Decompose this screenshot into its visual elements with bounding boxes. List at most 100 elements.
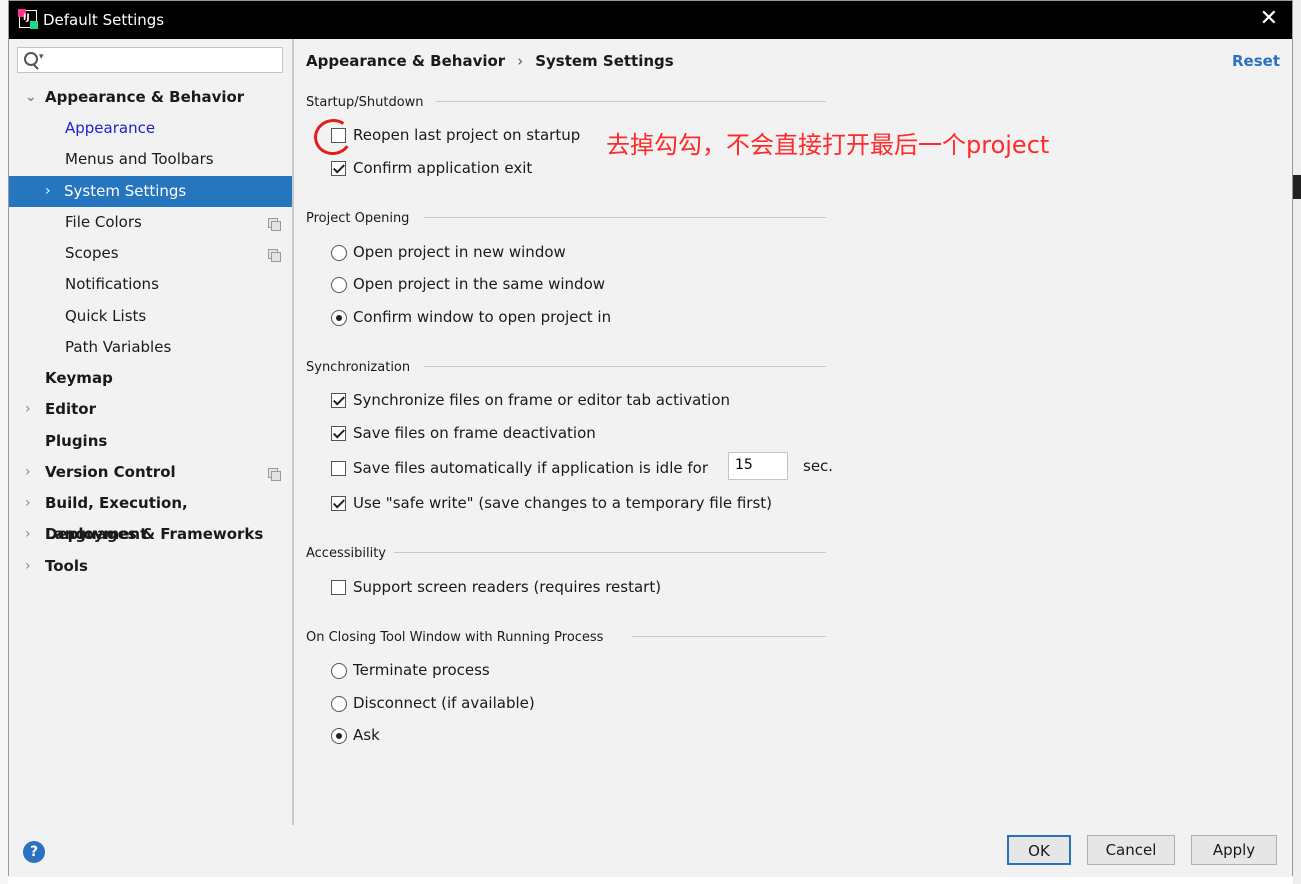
chevron-right-icon: › [25, 401, 31, 417]
disconnect-radio[interactable] [331, 696, 347, 712]
apply-button[interactable]: Apply [1191, 835, 1277, 865]
chevron-down-icon: ⌄ [25, 89, 37, 105]
intellij-app-icon: IJ [18, 9, 38, 29]
disconnect-label: Disconnect (if available) [353, 694, 535, 712]
chevron-right-icon: › [25, 526, 31, 542]
sidebar-item-label: Editor [45, 400, 96, 418]
chevron-right-icon: › [25, 495, 31, 511]
sidebar-item-label: Path Variables [65, 338, 172, 356]
ask-radio[interactable] [331, 728, 347, 744]
section-divider [436, 101, 826, 102]
ask-label: Ask [353, 726, 380, 744]
save-idle-label: Save files automatically if application … [353, 459, 708, 477]
idle-seconds-input[interactable]: 15 [728, 452, 788, 480]
sidebar-item-tools[interactable]: › Tools [9, 551, 292, 582]
cancel-button[interactable]: Cancel [1087, 835, 1175, 865]
reset-link[interactable]: Reset [1232, 52, 1280, 70]
project-level-icon [268, 468, 281, 481]
title-bar: IJ Default Settings ✕ [9, 1, 1292, 39]
sidebar-item-label: Languages & Frameworks [45, 525, 264, 543]
sidebar-item-label: Scopes [65, 244, 119, 262]
terminate-process-radio[interactable] [331, 663, 347, 679]
open-same-window-label: Open project in the same window [353, 275, 606, 293]
background-edge-dark [1293, 175, 1301, 199]
app-icon-text: IJ [23, 13, 30, 23]
breadcrumb: Appearance & Behavior › System Settings [306, 52, 674, 70]
breadcrumb-separator: › [517, 52, 524, 70]
screen-readers-label: Support screen readers (requires restart… [353, 578, 662, 596]
sidebar-item-label: Tools [45, 557, 88, 575]
screen-readers-checkbox[interactable] [331, 580, 346, 595]
breadcrumb-parent: Appearance & Behavior [306, 52, 506, 70]
background-edge-right [1293, 0, 1301, 884]
settings-sidebar: ▾ ⌄ Appearance & Behavior Appearance Men… [9, 39, 294, 825]
confirm-exit-checkbox[interactable] [331, 161, 346, 176]
breadcrumb-current: System Settings [535, 52, 674, 70]
sidebar-item-menus-toolbars[interactable]: Menus and Toolbars [9, 144, 292, 175]
open-new-window-label: Open project in new window [353, 243, 566, 261]
sidebar-item-label: System Settings [64, 182, 187, 200]
sidebar-item-label: Menus and Toolbars [65, 150, 214, 168]
confirm-window-label: Confirm window to open project in [353, 308, 612, 326]
section-divider [424, 217, 826, 218]
project-level-icon [268, 249, 281, 262]
sidebar-item-editor[interactable]: › Editor [9, 394, 292, 425]
help-icon[interactable]: ? [23, 841, 45, 863]
sidebar-item-build-execution-deployment[interactable]: › Build, Execution, Deployment [9, 488, 292, 543]
open-new-window-radio[interactable] [331, 245, 347, 261]
section-title-accessibility: Accessibility [306, 546, 386, 561]
sync-files-label: Synchronize files on frame or editor tab… [353, 391, 731, 409]
sidebar-item-appearance-behavior[interactable]: ⌄ Appearance & Behavior [9, 82, 292, 113]
section-title-closing: On Closing Tool Window with Running Proc… [306, 630, 604, 645]
sidebar-item-system-settings[interactable]: › System Settings [9, 176, 292, 207]
settings-dialog: IJ Default Settings ✕ ▾ ⌄ Appearance & B… [8, 0, 1293, 877]
chevron-right-icon: › [45, 183, 51, 199]
sidebar-item-plugins[interactable]: Plugins [9, 426, 292, 457]
annotation-text: 去掉勾勾，不会直接打开最后一个project [606, 131, 1050, 159]
close-icon[interactable]: ✕ [1260, 7, 1278, 31]
section-divider [424, 366, 826, 367]
sidebar-item-appearance[interactable]: Appearance [9, 113, 292, 144]
confirm-exit-label: Confirm application exit [353, 159, 533, 177]
safe-write-checkbox[interactable] [331, 496, 346, 511]
terminate-process-label: Terminate process [353, 661, 490, 679]
seconds-label: sec. [803, 457, 834, 475]
chevron-right-icon: › [25, 558, 31, 574]
search-input[interactable]: ▾ [17, 47, 283, 73]
window-title: Default Settings [43, 11, 165, 29]
annotation-circle [311, 115, 355, 159]
sidebar-item-label: Version Control [45, 463, 176, 481]
sidebar-item-version-control[interactable]: › Version Control [9, 457, 292, 488]
confirm-window-radio[interactable] [331, 310, 347, 326]
sidebar-item-label: Appearance & Behavior [45, 88, 245, 106]
sidebar-item-notifications[interactable]: Notifications [9, 269, 292, 300]
save-deactivation-checkbox[interactable] [331, 426, 346, 441]
sidebar-item-label: File Colors [65, 213, 142, 231]
section-title-synchronization: Synchronization [306, 360, 411, 375]
sidebar-item-label: Keymap [45, 369, 113, 387]
sidebar-item-keymap[interactable]: Keymap [9, 363, 292, 394]
sidebar-item-label: Appearance [65, 119, 156, 137]
sidebar-item-label: Notifications [65, 275, 159, 293]
project-level-icon [268, 218, 281, 231]
sidebar-item-label: Quick Lists [65, 307, 147, 325]
sidebar-item-path-variables[interactable]: Path Variables [9, 332, 292, 363]
sidebar-item-quick-lists[interactable]: Quick Lists [9, 301, 292, 332]
dialog-button-bar: ? OK Cancel Apply [9, 825, 1292, 877]
chevron-right-icon: › [25, 464, 31, 480]
open-same-window-radio[interactable] [331, 277, 347, 293]
save-idle-checkbox[interactable] [331, 461, 346, 476]
section-divider [632, 636, 826, 637]
section-divider [394, 552, 826, 553]
sidebar-item-file-colors[interactable]: File Colors [9, 207, 292, 238]
sidebar-item-languages-frameworks[interactable]: › Languages & Frameworks [9, 519, 292, 550]
sidebar-item-label: Plugins [45, 432, 108, 450]
reopen-last-project-label: Reopen last project on startup [353, 126, 581, 144]
ok-button[interactable]: OK [1007, 835, 1071, 865]
background-edge-left [0, 0, 8, 884]
sidebar-item-scopes[interactable]: Scopes [9, 238, 292, 269]
settings-content: Appearance & Behavior › System Settings Re… [294, 39, 1292, 825]
search-icon [24, 52, 38, 66]
sync-files-checkbox[interactable] [331, 393, 346, 408]
section-title-project-opening: Project Opening [306, 211, 410, 226]
